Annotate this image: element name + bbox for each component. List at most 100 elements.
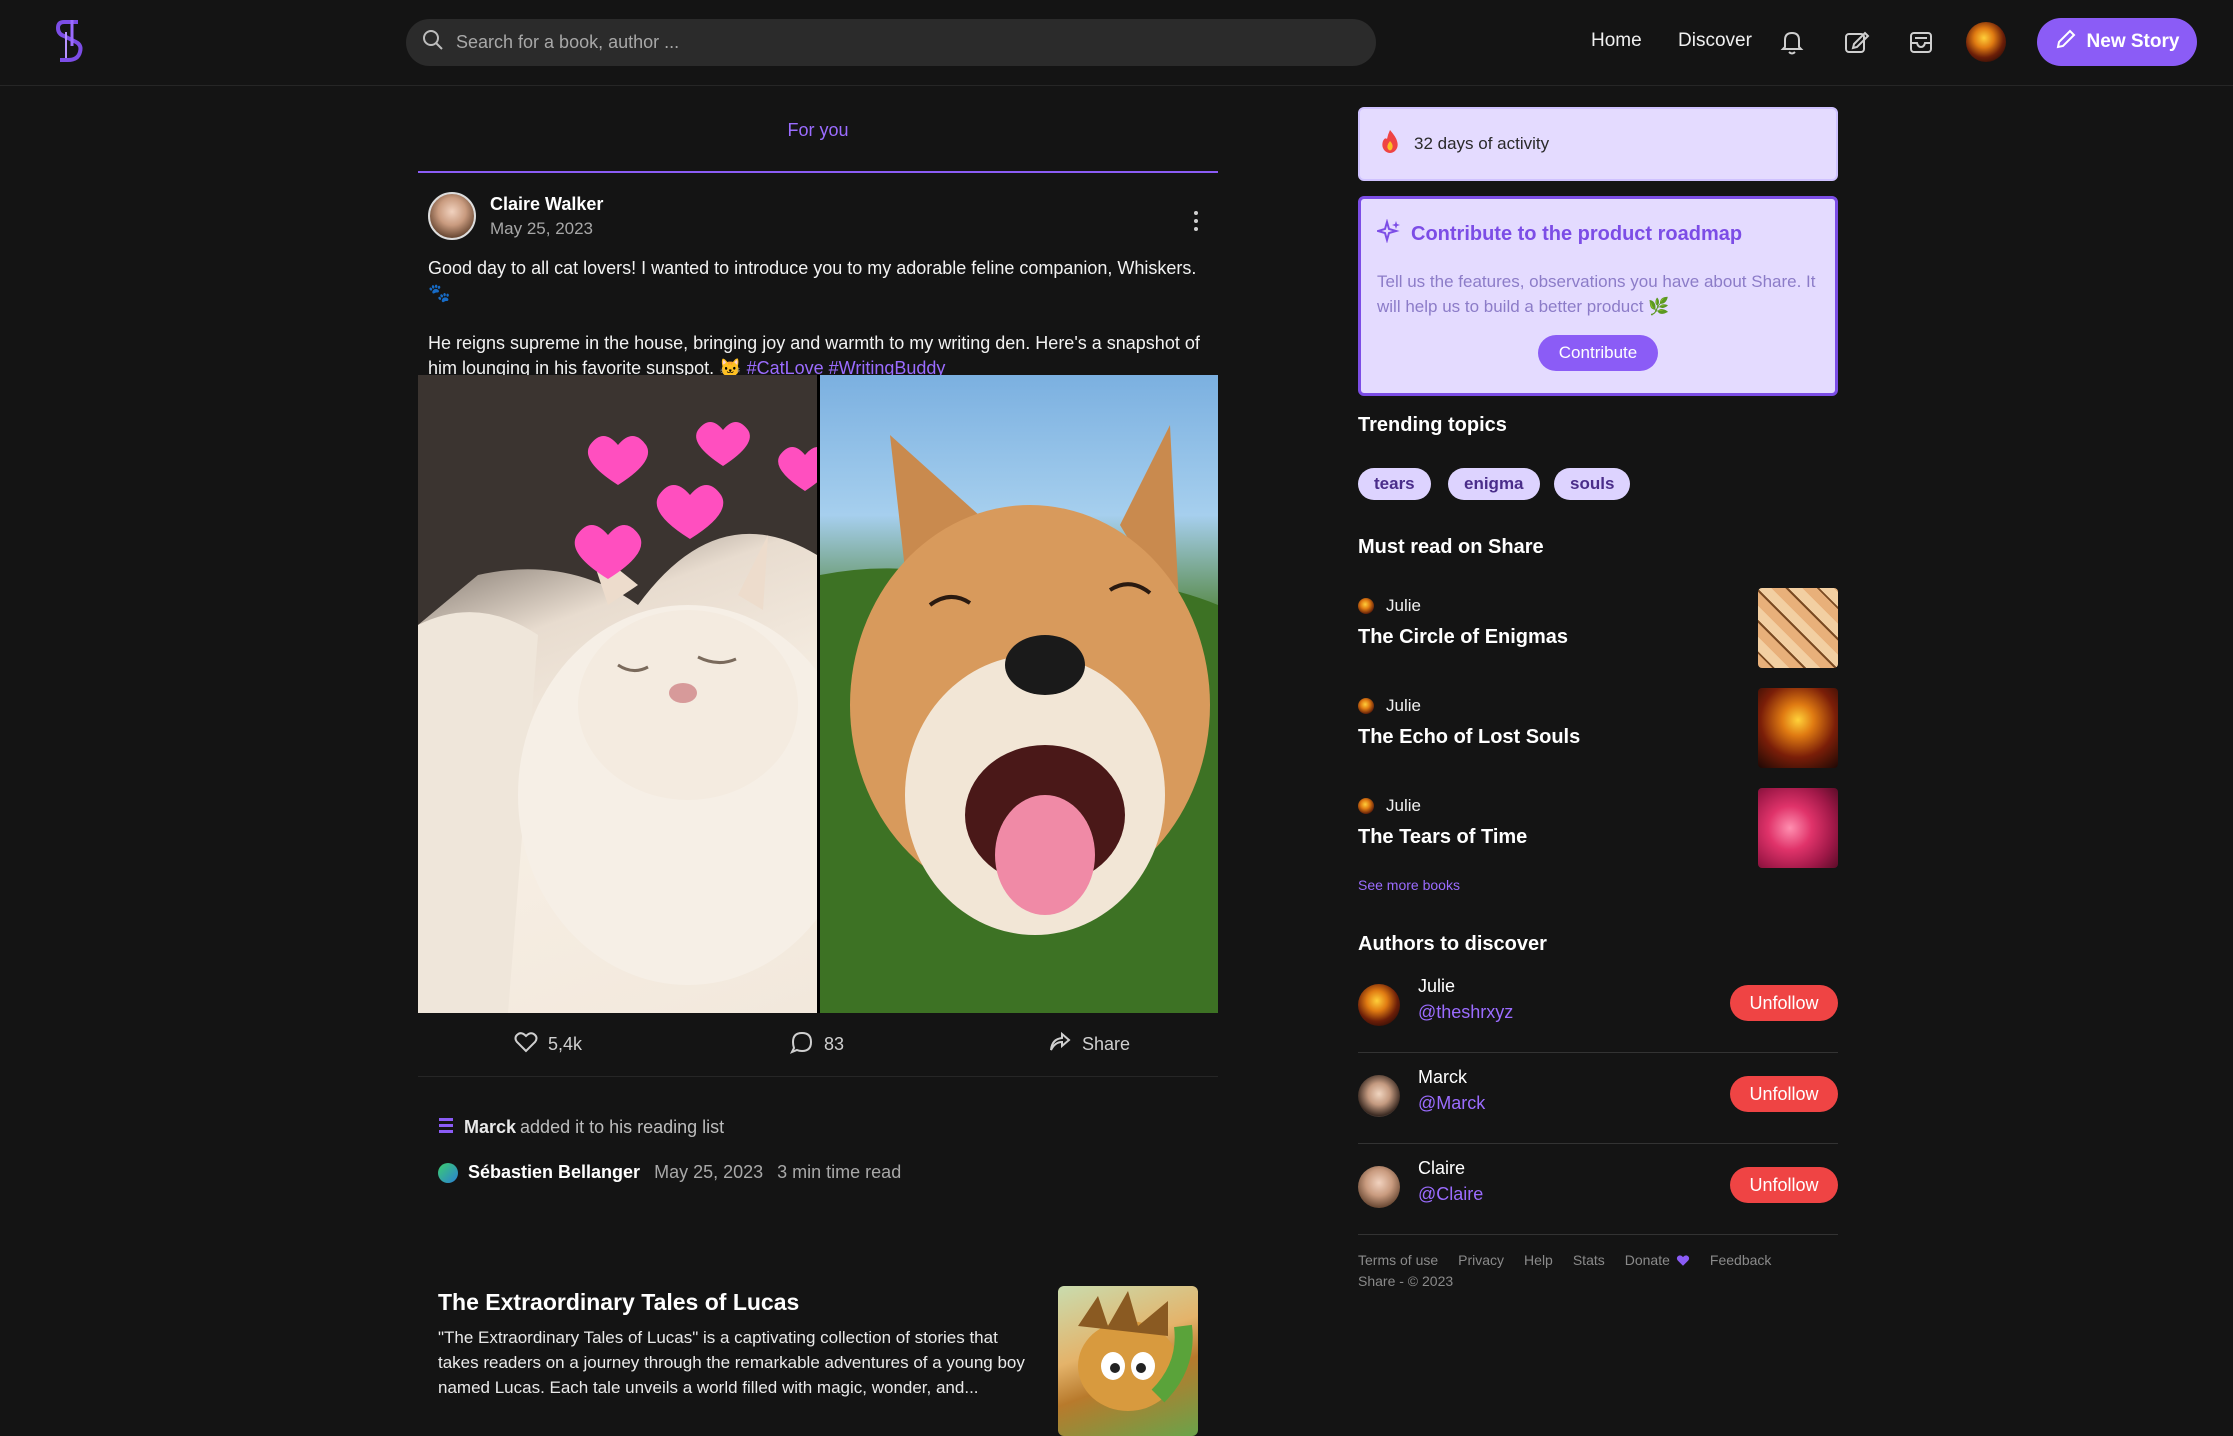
footer-link-donate-label: Donate: [1624, 1252, 1670, 1268]
authors-to-discover-title: Authors to discover: [1358, 933, 1547, 955]
edit-icon[interactable]: [1841, 27, 1871, 57]
roadmap-text: Tell us the features, observations you h…: [1377, 272, 1816, 316]
post-body: Good day to all cat lovers! I wanted to …: [428, 256, 1218, 381]
heart-icon: [1676, 1254, 1690, 1266]
roadmap-card: Contribute to the product roadmap Tell u…: [1358, 196, 1838, 396]
contribute-button[interactable]: Contribute: [1538, 335, 1658, 371]
user-avatar[interactable]: [1966, 22, 2006, 62]
comment-icon: [789, 1030, 814, 1059]
book-item[interactable]: Julie The Circle of Enigmas: [1358, 588, 1838, 668]
book-cover-image[interactable]: [1758, 788, 1838, 868]
feed-column: For you Claire Walker May 25, 2023 Good …: [418, 86, 1218, 1436]
author-name[interactable]: Marck: [1418, 1067, 1467, 1088]
more-options-icon[interactable]: [1186, 208, 1206, 234]
footer-link-stats[interactable]: Stats: [1573, 1252, 1605, 1268]
reading-list-note: Marck added it to his reading list: [438, 1116, 724, 1139]
footer-link-privacy[interactable]: Privacy: [1458, 1252, 1504, 1268]
heart-icon: [514, 1031, 538, 1058]
like-count: 5,4k: [548, 1034, 583, 1054]
story-title[interactable]: The Extraordinary Tales of Lucas: [438, 1289, 799, 1316]
share-button[interactable]: Share: [1048, 1030, 1130, 1059]
share-label: Share: [1082, 1034, 1131, 1054]
inbox-icon[interactable]: [1906, 27, 1936, 57]
author-handle[interactable]: @theshrxyz: [1418, 1002, 1513, 1023]
feed-tabs: For you: [418, 86, 1218, 173]
author-mini-avatar: [1358, 798, 1374, 814]
share-icon: [1048, 1030, 1072, 1059]
book-cover-image[interactable]: [1758, 688, 1838, 768]
author-name[interactable]: Claire: [1418, 1158, 1465, 1179]
nav-discover-link[interactable]: Discover: [1678, 30, 1752, 52]
unfollow-button[interactable]: Unfollow: [1730, 985, 1838, 1021]
new-story-label: New Story: [2086, 31, 2180, 52]
book-author-name[interactable]: Julie: [1386, 696, 1421, 716]
author-avatar[interactable]: [1358, 1166, 1400, 1208]
author-handle[interactable]: @Marck: [1418, 1093, 1485, 1114]
nav-home-link[interactable]: Home: [1591, 30, 1642, 52]
author-avatar[interactable]: [1358, 984, 1400, 1026]
author-name[interactable]: Julie: [1418, 976, 1455, 997]
search-input[interactable]: [456, 32, 1336, 53]
story-author-avatar[interactable]: [438, 1162, 458, 1183]
list-icon: [438, 1116, 454, 1139]
author-row: Claire @Claire Unfollow: [1358, 1144, 1838, 1235]
book-title[interactable]: The Echo of Lost Souls: [1358, 726, 1580, 749]
pencil-icon: [2055, 28, 2077, 56]
post-paragraph: Good day to all cat lovers! I wanted to …: [428, 258, 1197, 303]
share-logo-icon[interactable]: [54, 18, 88, 64]
reading-list-user[interactable]: Marck: [464, 1117, 516, 1138]
author-handle[interactable]: @Claire: [1418, 1184, 1483, 1205]
book-item[interactable]: Julie The Echo of Lost Souls: [1358, 688, 1838, 768]
copyright: Share - © 2023: [1358, 1273, 1454, 1289]
author-avatar[interactable]: [1358, 1075, 1400, 1117]
footer-links: Terms of use Privacy Help Stats Donate F…: [1358, 1252, 1771, 1268]
story-read-time: 3 min time read: [777, 1162, 902, 1182]
post-image[interactable]: [418, 375, 1218, 1013]
book-cover-image[interactable]: [1758, 588, 1838, 668]
book-author-name[interactable]: Julie: [1386, 796, 1421, 816]
must-read-title: Must read on Share: [1358, 536, 1544, 558]
post-date: May 25, 2023: [490, 218, 594, 238]
search-bar[interactable]: [406, 19, 1376, 66]
comment-count: 83: [824, 1034, 845, 1054]
story-cover-image[interactable]: [1058, 1286, 1198, 1436]
story-excerpt: "The Extraordinary Tales of Lucas" is a …: [438, 1328, 1025, 1397]
story-meta: Sébastien Bellanger May 25, 2023 3 min t…: [438, 1162, 901, 1183]
topic-chip[interactable]: enigma: [1448, 468, 1540, 500]
author-mini-avatar: [1358, 698, 1374, 714]
new-story-button[interactable]: New Story: [2037, 18, 2197, 66]
top-bar: Home Discover New Story: [0, 0, 2233, 86]
search-icon: [422, 29, 444, 56]
book-title[interactable]: The Circle of Enigmas: [1358, 626, 1568, 649]
fire-icon: [1378, 129, 1402, 160]
topic-chip[interactable]: souls: [1554, 468, 1631, 500]
like-button[interactable]: 5,4k: [514, 1031, 582, 1058]
author-avatar[interactable]: [428, 192, 476, 240]
story-date: May 25, 2023: [654, 1162, 764, 1182]
sparkle-icon: [1374, 218, 1401, 249]
unfollow-button[interactable]: Unfollow: [1730, 1167, 1838, 1203]
tab-for-you[interactable]: For you: [787, 120, 848, 141]
post-author-name[interactable]: Claire Walker: [490, 194, 603, 215]
post-paragraph: He reigns supreme in the house, bringing…: [428, 331, 1218, 381]
book-author-name[interactable]: Julie: [1386, 596, 1421, 616]
see-more-books-link[interactable]: See more books: [1358, 877, 1460, 893]
topic-chip[interactable]: tears: [1358, 468, 1431, 500]
footer-link-help[interactable]: Help: [1524, 1252, 1553, 1268]
activity-streak-card: 32 days of activity: [1358, 107, 1838, 181]
bell-icon[interactable]: [1777, 27, 1807, 57]
unfollow-button[interactable]: Unfollow: [1730, 1076, 1838, 1112]
dog-photo: [820, 375, 1218, 1013]
footer-link-feedback[interactable]: Feedback: [1710, 1252, 1771, 1268]
comment-button[interactable]: 83: [789, 1030, 845, 1059]
author-row: Marck @Marck Unfollow: [1358, 1053, 1838, 1144]
story-author-name[interactable]: Sébastien Bellanger: [468, 1162, 640, 1183]
footer-link-terms[interactable]: Terms of use: [1358, 1252, 1438, 1268]
book-item[interactable]: Julie The Tears of Time: [1358, 788, 1838, 868]
author-row: Julie @theshrxyz Unfollow: [1358, 962, 1838, 1053]
reading-list-text: added it to his reading list: [520, 1117, 725, 1137]
post-actions: 5,4k 83 Share: [418, 1013, 1218, 1077]
footer-link-donate[interactable]: Donate: [1625, 1252, 1690, 1268]
author-mini-avatar: [1358, 598, 1374, 614]
book-title[interactable]: The Tears of Time: [1358, 826, 1527, 849]
